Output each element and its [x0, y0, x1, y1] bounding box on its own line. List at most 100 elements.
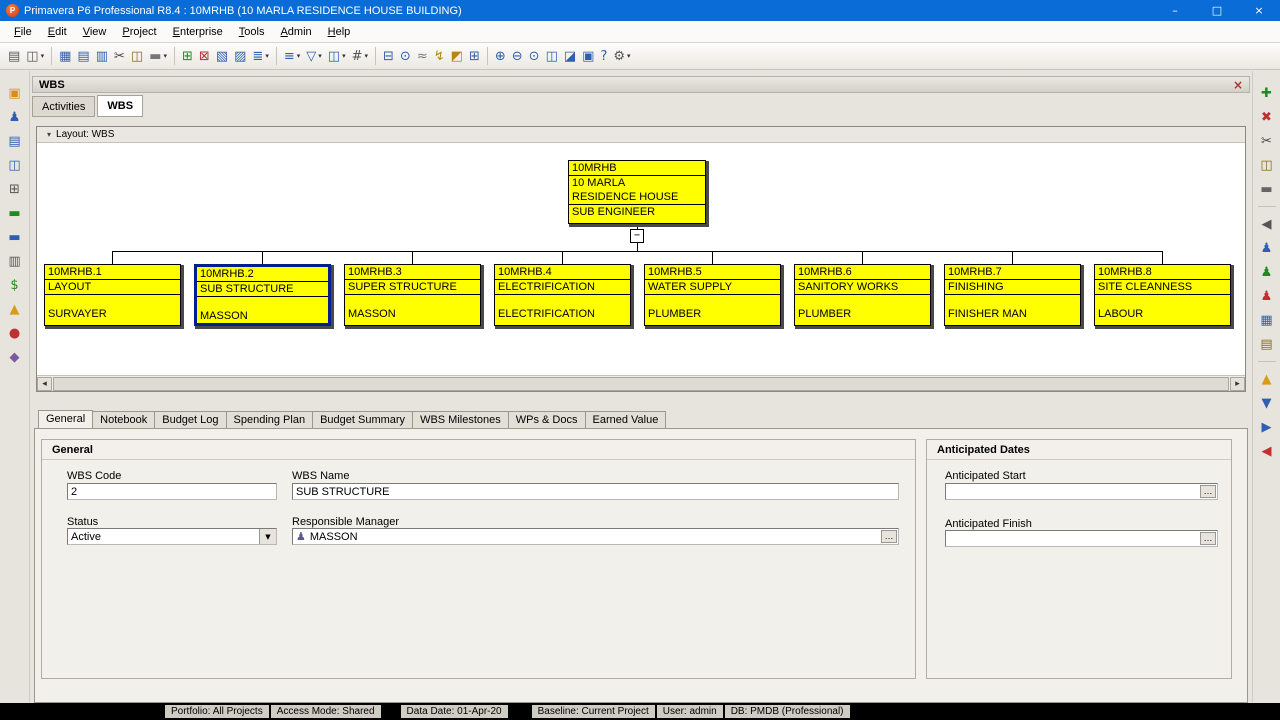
tab-wps-docs[interactable]: WPs & Docs: [507, 411, 586, 429]
scroll-left-icon[interactable]: ◂: [37, 377, 52, 391]
tab-activities[interactable]: Activities: [32, 96, 96, 117]
assignments-icon[interactable]: ▬: [5, 228, 25, 246]
remove-resource-icon[interactable]: ♟: [1257, 287, 1277, 305]
status-dropdown[interactable]: Active ▼: [67, 528, 277, 545]
maximize-button[interactable]: □: [1196, 0, 1238, 21]
browse-button[interactable]: …: [881, 530, 897, 543]
issues-icon[interactable]: ●: [5, 324, 25, 342]
cut-icon[interactable]: ✂: [112, 45, 127, 67]
wbs-node[interactable]: 10MRHB.8 SITE CLEANNESS LABOUR: [1094, 264, 1231, 326]
paste-icon[interactable]: ▬ ▾: [147, 45, 169, 67]
dropdown-arrow-icon[interactable]: ▼: [259, 529, 276, 544]
expenses-icon[interactable]: $: [5, 276, 25, 294]
add-icon[interactable]: ✚: [1257, 84, 1277, 102]
wbs-node[interactable]: 10MRHB.3 SUPER STRUCTURE MASSON: [344, 264, 481, 326]
close-button[interactable]: ×: [1238, 0, 1280, 21]
responsible-manager-field[interactable]: ♟ MASSON …: [292, 528, 899, 545]
split-screen-icon[interactable]: ◪: [562, 45, 578, 67]
trace-logic-icon[interactable]: ▨: [232, 45, 248, 67]
zoom-out-icon[interactable]: ⊖: [510, 45, 525, 67]
projects-icon[interactable]: ▣: [5, 84, 25, 102]
tab-earned-value[interactable]: Earned Value: [584, 411, 667, 429]
layout-bar[interactable]: ▾ Layout: WBS: [37, 127, 1245, 143]
print-icon[interactable]: ▤: [6, 45, 22, 67]
tab-wbs-milestones[interactable]: WBS Milestones: [412, 411, 509, 429]
panel-close-icon[interactable]: ×: [1233, 78, 1243, 92]
wbs-node[interactable]: 10MRHB.1 LAYOUT SURVAYER: [44, 264, 181, 326]
browse-button[interactable]: …: [1200, 532, 1216, 545]
tab-spending-plan[interactable]: Spending Plan: [225, 411, 314, 429]
anticipated-finish-input[interactable]: …: [945, 530, 1218, 547]
delete-icon[interactable]: ✖: [1257, 108, 1277, 126]
tab-budget-summary[interactable]: Budget Summary: [312, 411, 414, 429]
find-icon[interactable]: ⊙: [398, 45, 413, 67]
tab-notebook[interactable]: Notebook: [92, 411, 156, 429]
wbs-icon[interactable]: ⊞: [5, 180, 25, 198]
copy-icon[interactable]: ◫: [129, 45, 145, 67]
tracking-icon[interactable]: ◫: [5, 156, 25, 174]
wbs-node[interactable]: 10MRHB.5 WATER SUPPLY PLUMBER: [644, 264, 781, 326]
wps-docs-icon[interactable]: ▥: [5, 252, 25, 270]
wbs-name-input[interactable]: SUB STRUCTURE: [292, 483, 899, 500]
menu-tools[interactable]: Tools: [231, 23, 273, 41]
wbs-code-input[interactable]: 2: [67, 483, 277, 500]
paste-icon[interactable]: ▬: [1257, 180, 1277, 198]
wbs-node[interactable]: 10MRHB.4 ELECTRIFICATION ELECTRIFICATION: [494, 264, 631, 326]
resources-icon[interactable]: ♟: [5, 108, 25, 126]
row-numbers-icon[interactable]: # ▾: [350, 45, 370, 67]
resource-assign-icon[interactable]: ⊞: [467, 45, 482, 67]
zoom-in-icon[interactable]: ⊕: [493, 45, 508, 67]
table-view-icon[interactable]: ▤: [75, 45, 91, 67]
wbs-node[interactable]: 10MRHB.7 FINISHING FINISHER MAN: [944, 264, 1081, 326]
zoom-fit-icon[interactable]: ⊙: [527, 45, 542, 67]
cut-icon[interactable]: ✂: [1257, 132, 1277, 150]
resource-usage-icon[interactable]: ≣ ▾: [250, 45, 270, 67]
settings-icon[interactable]: ⚙ ▾: [611, 45, 632, 67]
delete-icon[interactable]: ⊠: [197, 45, 212, 67]
anticipated-start-input[interactable]: …: [945, 483, 1218, 500]
schedule-icon[interactable]: ↯: [432, 45, 447, 67]
columns-icon[interactable]: ◫ ▾: [326, 45, 348, 67]
menu-enterprise[interactable]: Enterprise: [165, 23, 231, 41]
tab-general[interactable]: General: [38, 410, 94, 429]
print-preview-icon[interactable]: ◫ ▾: [24, 45, 46, 67]
move-down-icon[interactable]: ▼: [1257, 394, 1277, 412]
wbs-node-root[interactable]: 10MRHB 10 MARLA RESIDENCE HOUSE SUB ENGI…: [568, 160, 706, 224]
timescale-icon[interactable]: ◫: [544, 45, 560, 67]
menu-admin[interactable]: Admin: [272, 23, 319, 41]
scroll-right-icon[interactable]: ▸: [1230, 377, 1245, 391]
details-icon[interactable]: ⊟: [381, 45, 396, 67]
minimize-button[interactable]: –: [1154, 0, 1196, 21]
tab-wbs[interactable]: WBS: [97, 95, 144, 117]
menu-project[interactable]: Project: [114, 23, 164, 41]
menu-help[interactable]: Help: [320, 23, 359, 41]
wbs-node-selected[interactable]: 10MRHB.2 SUB STRUCTURE MASSON: [194, 264, 331, 326]
copy-icon[interactable]: ◫: [1257, 156, 1277, 174]
tab-budget-log[interactable]: Budget Log: [154, 411, 227, 429]
move-left-icon[interactable]: ◀: [1257, 442, 1277, 460]
group-sort-icon[interactable]: ≡ ▾: [282, 45, 302, 67]
menu-file[interactable]: File: [6, 23, 40, 41]
risks-icon[interactable]: ◆: [5, 348, 25, 366]
menu-edit[interactable]: Edit: [40, 23, 75, 41]
activity-codes-icon[interactable]: ▦: [1257, 311, 1277, 329]
menu-view[interactable]: View: [75, 23, 115, 41]
comments-icon[interactable]: ▣: [580, 45, 596, 67]
activities-icon[interactable]: ▬: [5, 204, 25, 222]
help-icon[interactable]: ?: [598, 45, 609, 67]
gantt-view-icon[interactable]: ▥: [94, 45, 110, 67]
add-icon[interactable]: ⊞: [180, 45, 195, 67]
thresholds-icon[interactable]: ▲: [5, 300, 25, 318]
horizontal-scrollbar[interactable]: ◂ ▸: [37, 375, 1245, 391]
browse-button[interactable]: …: [1200, 485, 1216, 498]
open-layout-icon[interactable]: ▦: [57, 45, 73, 67]
resources-icon[interactable]: ♟: [1257, 239, 1277, 257]
progress-spotlight-icon[interactable]: ◩: [449, 45, 465, 67]
collapse-panel-icon[interactable]: ◀: [1257, 215, 1277, 233]
wbs-node[interactable]: 10MRHB.6 SANITORY WORKS PLUMBER: [794, 264, 931, 326]
notebook-icon[interactable]: ▤: [1257, 335, 1277, 353]
scroll-thumb[interactable]: [53, 377, 1229, 391]
collapse-button[interactable]: −: [630, 229, 644, 243]
move-up-icon[interactable]: ▲: [1257, 370, 1277, 388]
filter-icon[interactable]: ▽ ▾: [304, 45, 324, 67]
